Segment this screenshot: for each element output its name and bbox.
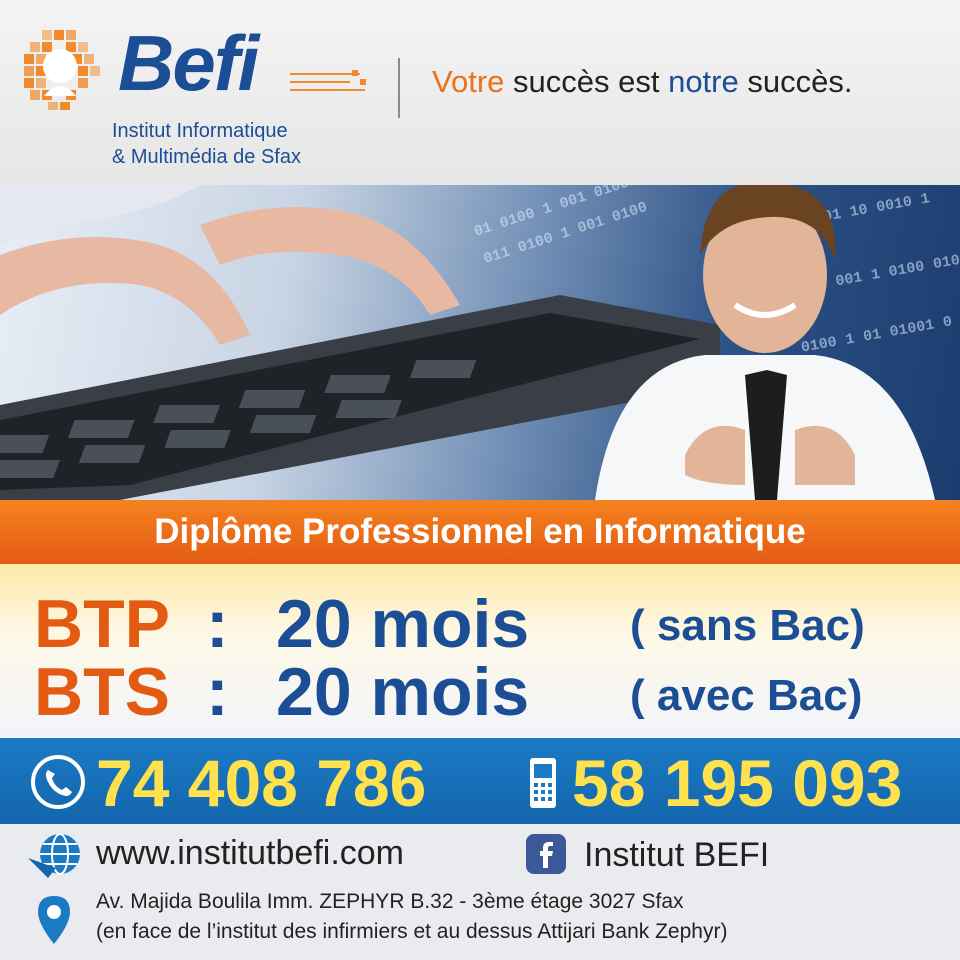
- address-line1: Av. Majida Boulila Imm. ZEPHYR B.32 - 3è…: [96, 890, 684, 913]
- logo-text: Befi: [118, 19, 259, 107]
- phone-icon: [31, 755, 85, 809]
- facebook-page[interactable]: Institut BEFI: [584, 836, 769, 875]
- location-pin-icon: [38, 896, 70, 944]
- slogan-middle: succès est: [504, 64, 669, 99]
- mobile-number[interactable]: 58 195 093: [572, 750, 902, 816]
- mobile-phone-icon: [530, 758, 556, 808]
- slogan: Votre succès est notre succès.: [432, 64, 852, 100]
- program-label: BTP: [34, 586, 170, 662]
- program-label: BTS: [34, 654, 170, 730]
- landline-number[interactable]: 74 408 786: [96, 750, 426, 816]
- slogan-end: succès.: [738, 64, 853, 99]
- hands-illustration: [0, 185, 460, 345]
- program-duration: 20 mois: [276, 586, 530, 662]
- hero-photo: 01 0100 1 001 01001 0 011 0100 1 001 010…: [0, 185, 960, 500]
- address-line2: (en face de l’institut des infirmiers et…: [96, 920, 728, 943]
- program-duration: 20 mois: [276, 654, 530, 730]
- website-link[interactable]: www.institutbefi.com: [96, 834, 404, 873]
- program-colon: :: [206, 586, 229, 662]
- header-divider: [398, 58, 400, 118]
- logo-accent-lines: [290, 70, 370, 96]
- globe-icon: [28, 833, 80, 878]
- institute-subtitle-line1: Institut Informatique: [112, 120, 288, 142]
- program-colon: :: [206, 654, 229, 730]
- logo-mosaic-icon: [24, 30, 100, 110]
- facebook-icon: [526, 834, 566, 874]
- slogan-word-votre: Votre: [432, 64, 505, 99]
- slogan-word-notre: notre: [668, 64, 739, 99]
- institute-subtitle-line2: & Multimédia de Sfax: [112, 146, 301, 168]
- smiling-man-photo: [595, 185, 935, 500]
- program-condition: ( sans Bac): [630, 601, 865, 650]
- program-condition: ( avec Bac): [630, 671, 863, 720]
- diploma-title: Diplôme Professionnel en Informatique: [154, 512, 806, 551]
